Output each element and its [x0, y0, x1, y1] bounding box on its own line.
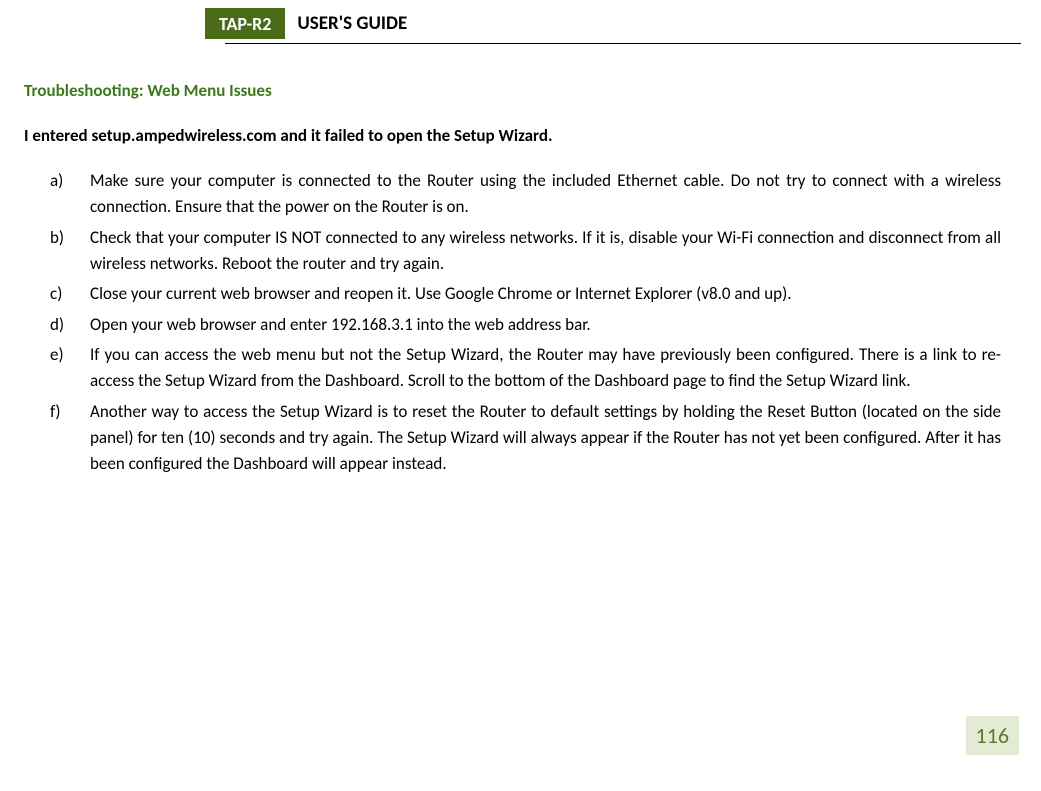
list-text: If you can access the web menu but not t… — [90, 342, 1001, 395]
page-number: 116 — [966, 716, 1019, 755]
list-text: Check that your computer IS NOT connecte… — [90, 225, 1001, 278]
header-divider — [225, 43, 1021, 44]
list-marker: b) — [50, 225, 90, 278]
guide-title: USER'S GUIDE — [285, 8, 419, 39]
list-item: b) Check that your computer IS NOT conne… — [50, 225, 1001, 278]
troubleshooting-steps-list: a) Make sure your computer is connected … — [50, 168, 1001, 478]
page-header: TAP-R2 USER'S GUIDE — [20, 8, 1021, 39]
list-item: c) Close your current web browser and re… — [50, 281, 1001, 307]
list-text: Close your current web browser and reope… — [90, 281, 1001, 307]
list-marker: f) — [50, 399, 90, 478]
list-item: e) If you can access the web menu but no… — [50, 342, 1001, 395]
list-marker: a) — [50, 168, 90, 221]
list-marker: c) — [50, 281, 90, 307]
list-item: f) Another way to access the Setup Wizar… — [50, 399, 1001, 478]
product-badge: TAP-R2 — [205, 8, 285, 39]
list-item: a) Make sure your computer is connected … — [50, 168, 1001, 221]
list-text: Make sure your computer is connected to … — [90, 168, 1001, 221]
list-item: d) Open your web browser and enter 192.1… — [50, 312, 1001, 338]
list-text: Another way to access the Setup Wizard i… — [90, 399, 1001, 478]
list-marker: e) — [50, 342, 90, 395]
header-spacer — [20, 8, 205, 39]
list-text: Open your web browser and enter 192.168.… — [90, 312, 1001, 338]
troubleshooting-question: I entered setup.ampedwireless.com and it… — [24, 125, 1021, 146]
list-marker: d) — [50, 312, 90, 338]
section-heading: Troubleshooting: Web Menu Issues — [24, 80, 1021, 101]
